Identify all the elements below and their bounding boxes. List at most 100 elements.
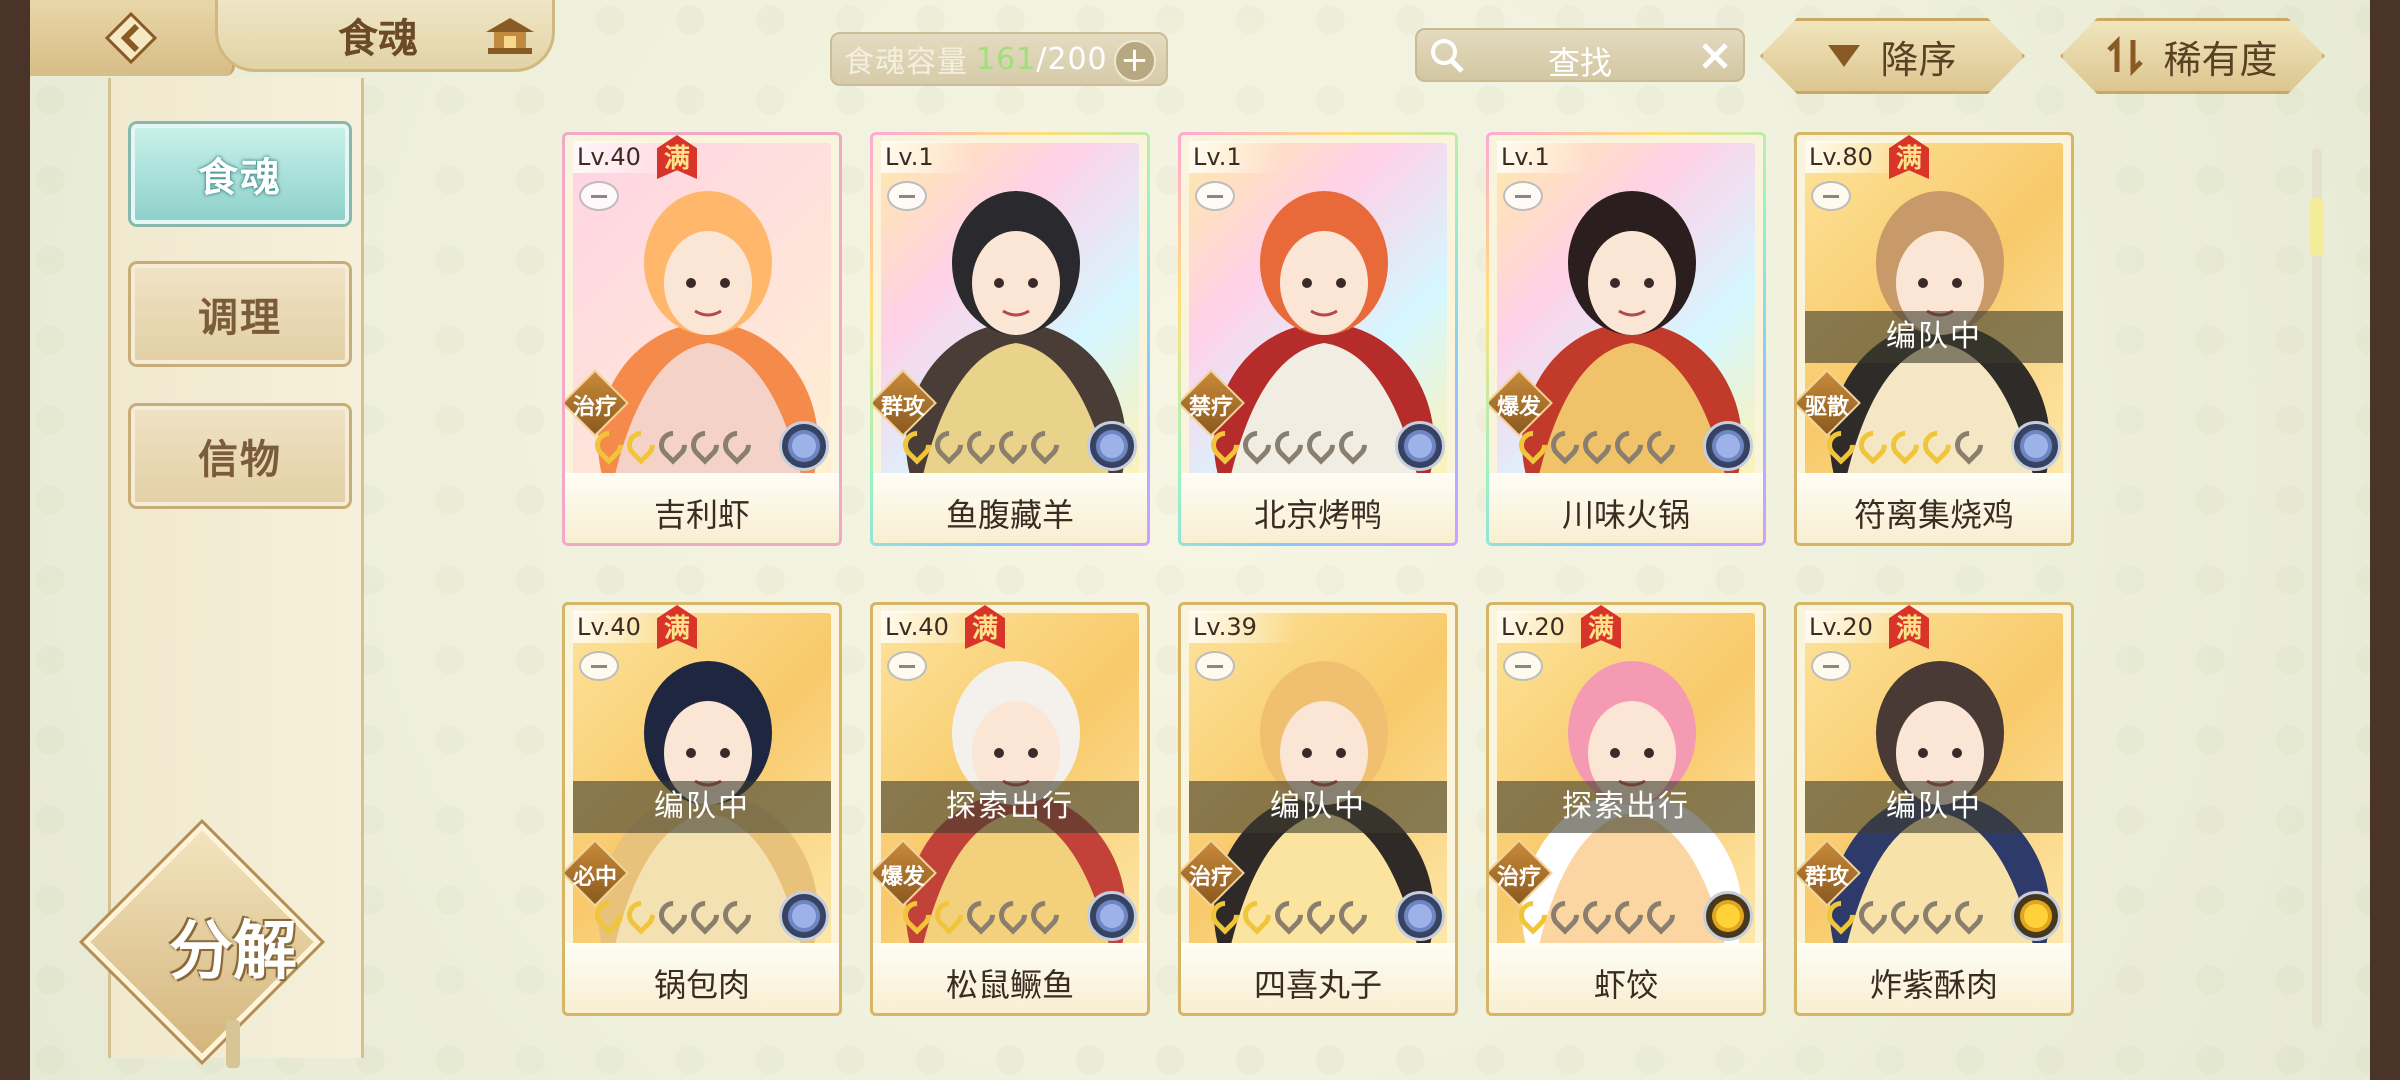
pavilion-home-icon[interactable] [482,14,538,60]
star-empty-icon [1301,895,1341,935]
food-soul-card[interactable]: Lv.1 禁疗 北京烤鸭 [1178,132,1458,546]
star-empty-icon [1949,895,1989,935]
star-empty-icon [1545,425,1585,465]
back-arrow-icon [104,11,158,65]
add-capacity-button[interactable]: + [1114,40,1156,82]
star-empty-icon [685,425,725,465]
character-name: 川味火锅 [1489,473,1763,543]
character-name: 四喜丸子 [1181,943,1455,1013]
level-label: Lv.1 [881,141,974,173]
role-badge: 必中 [565,839,629,907]
speech-bubble-icon[interactable] [1503,651,1543,681]
blue-flower-element-icon [2011,421,2061,471]
food-soul-card[interactable]: Lv.1 群攻 鱼腹藏羊 [870,132,1150,546]
star-rating [1513,425,1681,465]
star-filled-icon [589,895,629,935]
status-banner: 探索出行 [881,781,1139,833]
status-banner: 编队中 [1189,781,1447,833]
star-filled-icon [929,895,969,935]
star-empty-icon [1025,895,1065,935]
capacity-current: 161 [976,41,1037,77]
star-empty-icon [1609,895,1649,935]
star-filled-icon [897,425,937,465]
role-label: 爆发 [1496,395,1541,420]
food-soul-card[interactable]: Lv.39 编队中 治疗 四喜丸子 [1178,602,1458,1016]
scrollbar-thumb[interactable] [2310,198,2324,256]
star-empty-icon [1333,425,1373,465]
character-name: 符离集烧鸡 [1797,473,2071,543]
star-filled-icon [621,895,661,935]
role-badge: 群攻 [1797,839,1861,907]
star-empty-icon [1641,425,1681,465]
sidebar-item-cultivate[interactable]: 调理 [131,264,349,364]
food-soul-card[interactable]: Lv.80 满编队中 驱散 符离集烧鸡 [1794,132,2074,546]
role-badge: 驱散 [1797,369,1861,437]
star-empty-icon [1949,425,1989,465]
blue-flower-element-icon [1395,891,1445,941]
blue-flower-element-icon [1395,421,1445,471]
food-soul-card[interactable]: Lv.40 满治疗 吉利虾 [562,132,842,546]
status-banner: 编队中 [1805,781,2063,833]
sidebar-item-food-soul[interactable]: 食魂 [131,124,349,224]
clear-search-icon[interactable] [1699,40,1731,72]
speech-bubble-icon[interactable] [1195,651,1235,681]
role-badge: 爆发 [873,839,937,907]
sort-order-label: 降序 [1880,37,1957,82]
status-banner: 编队中 [1805,311,2063,363]
star-filled-icon [1205,425,1245,465]
scrollbar-track[interactable] [2312,148,2322,1028]
star-empty-icon [685,895,725,935]
decompose-label: 分解 [169,914,297,989]
star-filled-icon [1513,895,1553,935]
back-button[interactable] [30,0,235,76]
star-filled-icon [1205,895,1245,935]
star-empty-icon [717,895,757,935]
role-label: 治疗 [1188,865,1233,890]
role-label: 必中 [572,865,617,890]
star-filled-icon [1821,425,1861,465]
sort-key-button[interactable]: 稀有度 [2060,18,2325,94]
sort-order-button[interactable]: 降序 [1760,18,2025,94]
food-soul-card[interactable]: Lv.1 爆发 川味火锅 [1486,132,1766,546]
star-rating [1821,895,1989,935]
speech-bubble-icon[interactable] [579,651,619,681]
capacity-max: /200 [1036,41,1108,77]
status-banner: 编队中 [573,781,831,833]
speech-bubble-icon[interactable] [887,181,927,211]
speech-bubble-icon[interactable] [579,181,619,211]
speech-bubble-icon[interactable] [1811,651,1851,681]
star-empty-icon [1301,425,1341,465]
speech-bubble-icon[interactable] [887,651,927,681]
star-filled-icon [589,425,629,465]
speech-bubble-icon[interactable] [1811,181,1851,211]
sidebar-item-label: 调理 [198,294,282,341]
speech-bubble-icon[interactable] [1195,181,1235,211]
star-filled-icon [1513,425,1553,465]
sidebar-item-token[interactable]: 信物 [131,406,349,506]
star-empty-icon [1641,895,1681,935]
star-empty-icon [1025,425,1065,465]
star-empty-icon [653,425,693,465]
speech-bubble-icon[interactable] [1503,181,1543,211]
food-soul-card[interactable]: Lv.40 满探索出行 爆发 松鼠鳜鱼 [870,602,1150,1016]
food-soul-card[interactable]: Lv.20 满编队中 群攻 炸紫酥肉 [1794,602,2074,1016]
food-soul-card[interactable]: Lv.20 满探索出行 治疗 虾饺 [1486,602,1766,1016]
character-name: 虾饺 [1489,943,1763,1013]
role-label: 群攻 [1804,865,1849,890]
sidebar-item-label: 食魂 [198,154,282,201]
role-label: 治疗 [572,395,617,420]
role-badge: 治疗 [1489,839,1553,907]
search-input[interactable]: 查找 [1415,28,1745,82]
level-label: Lv.1 [1189,141,1282,173]
food-soul-card[interactable]: Lv.40 满编队中 必中 锅包肉 [562,602,842,1016]
character-name: 吉利虾 [565,473,839,543]
blue-flower-element-icon [779,891,829,941]
star-empty-icon [961,425,1001,465]
sidebar-item-label: 信物 [198,436,282,483]
star-filled-icon [1853,425,1893,465]
character-name: 北京烤鸭 [1181,473,1455,543]
page-title-text: 食魂 [338,14,418,62]
blue-flower-element-icon [1703,421,1753,471]
star-empty-icon [717,425,757,465]
character-name: 松鼠鳜鱼 [873,943,1147,1013]
